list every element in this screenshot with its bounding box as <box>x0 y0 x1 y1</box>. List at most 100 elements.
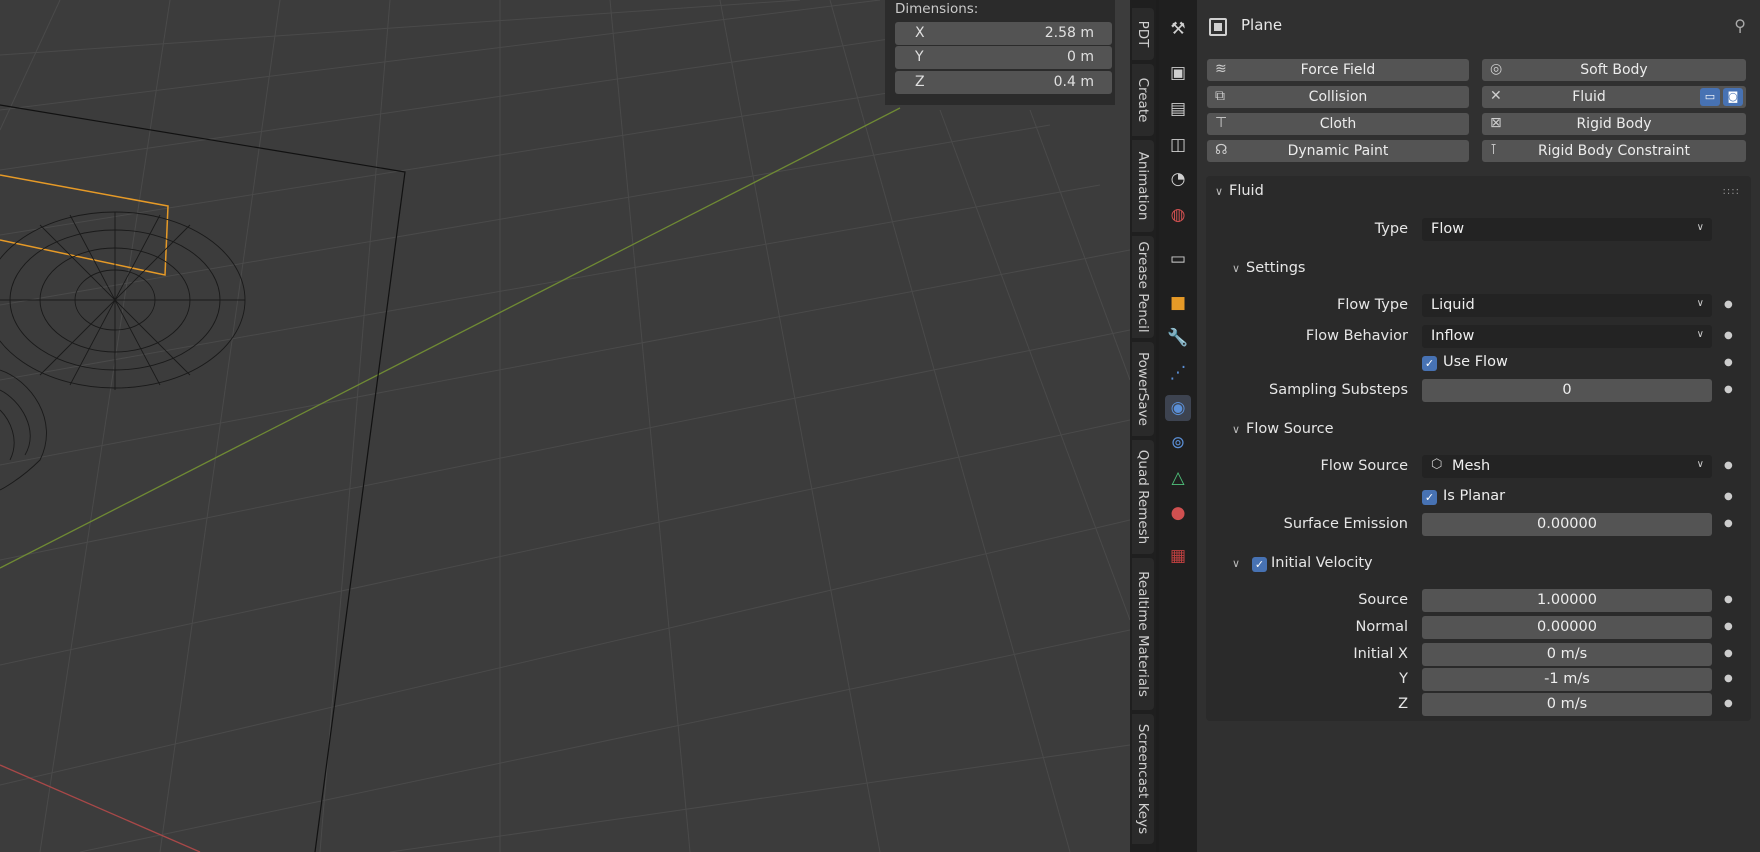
chevron-down-icon: ∨ <box>1232 557 1241 570</box>
velocity-source-value: 1.00000 <box>1537 592 1597 608</box>
plane-object-icon <box>1209 18 1227 36</box>
pin-icon[interactable]: ⚲ <box>1734 16 1746 35</box>
tab-grease-pencil-label: Grease Pencil <box>1135 241 1151 333</box>
soft-body-button[interactable]: ◎ Soft Body <box>1482 59 1746 81</box>
cloth-label: Cloth <box>1319 116 1357 132</box>
keyframe-dot[interactable]: ● <box>1724 299 1733 310</box>
collision-button[interactable]: ⧉ Collision <box>1207 86 1469 108</box>
keyframe-dot[interactable]: ● <box>1724 491 1733 502</box>
initial-velocity-section-header[interactable]: ∨ <box>1232 555 1246 571</box>
initial-z-label: Z <box>1398 696 1408 712</box>
texture-icon[interactable]: ▦ <box>1165 543 1191 569</box>
flow-source-section-label: Flow Source <box>1246 421 1334 437</box>
velocity-normal-field[interactable]: 0.00000 <box>1422 616 1712 639</box>
tab-realtime-materials[interactable]: Realtime Materials <box>1132 558 1154 710</box>
dynamic-paint-label: Dynamic Paint <box>1287 143 1389 159</box>
tab-grease-pencil[interactable]: Grease Pencil <box>1132 236 1154 338</box>
initial-x-field[interactable]: 0 m/s <box>1422 643 1712 666</box>
dimension-y-field[interactable]: Y 0 m <box>895 46 1112 69</box>
is-planar-checkbox[interactable]: ✓ <box>1422 490 1437 505</box>
initial-y-value: -1 m/s <box>1544 671 1590 687</box>
rigid-body-button[interactable]: ⊠ Rigid Body <box>1482 113 1746 135</box>
scene-icon[interactable]: ◔ <box>1165 166 1191 192</box>
data-icon[interactable]: △ <box>1165 465 1191 491</box>
keyframe-dot[interactable]: ● <box>1724 621 1733 632</box>
tab-realtime-materials-label: Realtime Materials <box>1135 571 1151 697</box>
initial-y-field[interactable]: -1 m/s <box>1422 668 1712 691</box>
3d-viewport[interactable]: Dimensions: X 2.58 m Y 0 m Z 0.4 m <box>0 0 1130 852</box>
use-flow-checkbox[interactable]: ✓ <box>1422 356 1437 371</box>
tab-quad-remesh[interactable]: Quad Remesh <box>1132 440 1154 554</box>
keyframe-dot[interactable]: ● <box>1724 698 1733 709</box>
surface-emission-field[interactable]: 0.00000 <box>1422 513 1712 536</box>
dimension-z-field[interactable]: Z 0.4 m <box>895 71 1112 94</box>
velocity-source-field[interactable]: 1.00000 <box>1422 589 1712 612</box>
keyframe-dot[interactable]: ● <box>1724 673 1733 684</box>
initial-velocity-checkbox[interactable]: ✓ <box>1252 557 1267 572</box>
tab-screencast-keys-label: Screencast Keys <box>1135 723 1151 835</box>
view-layer-icon[interactable]: ◫ <box>1165 132 1191 158</box>
flow-source-section-header[interactable]: ∨ Flow Source <box>1232 421 1334 437</box>
tab-pdt[interactable]: PDT <box>1132 8 1154 60</box>
keyframe-dot[interactable]: ● <box>1724 518 1733 529</box>
tab-powersave[interactable]: PowerSave <box>1132 342 1154 436</box>
tab-create[interactable]: Create <box>1132 64 1154 136</box>
keyframe-dot[interactable]: ● <box>1724 330 1733 341</box>
dimension-z-value: 0.4 m <box>1053 74 1094 90</box>
rigid-body-label: Rigid Body <box>1576 116 1652 132</box>
flow-source-dropdown[interactable]: Mesh ⬡ ∨ <box>1422 455 1712 478</box>
initial-z-field[interactable]: 0 m/s <box>1422 693 1712 716</box>
settings-section-header[interactable]: ∨ Settings <box>1232 260 1305 276</box>
dimension-y-value: 0 m <box>1067 49 1094 65</box>
rigid-body-constraint-label: Rigid Body Constraint <box>1537 143 1691 159</box>
rigid-body-constraint-button[interactable]: ⊺ Rigid Body Constraint <box>1482 140 1746 162</box>
type-label: Type <box>1374 221 1408 237</box>
chevron-down-icon: ∨ <box>1696 298 1704 309</box>
dimension-x-value: 2.58 m <box>1044 25 1094 41</box>
properties-header: Plane ⚲ <box>1197 0 1760 50</box>
tool-icon[interactable]: ⚒ <box>1165 16 1191 42</box>
type-value: Flow <box>1431 221 1465 237</box>
tab-powersave-label: PowerSave <box>1135 352 1151 426</box>
mesh-icon: ⬡ <box>1431 457 1443 472</box>
particles-icon[interactable]: ⋰ <box>1165 360 1191 386</box>
tab-screencast-keys[interactable]: Screencast Keys <box>1132 714 1154 844</box>
tab-animation[interactable]: Animation <box>1132 140 1154 232</box>
cloth-button[interactable]: ⊤ Cloth <box>1207 113 1469 135</box>
tab-animation-label: Animation <box>1135 151 1151 221</box>
fluid-section-label: Fluid <box>1229 183 1264 199</box>
initial-x-value: 0 m/s <box>1546 646 1588 662</box>
velocity-normal-label: Normal <box>1355 619 1408 635</box>
modifier-icon[interactable]: 🔧 <box>1165 325 1191 351</box>
fluid-section-header[interactable]: ∨ Fluid <box>1215 183 1264 199</box>
flow-behavior-label: Flow Behavior <box>1305 328 1408 344</box>
type-dropdown[interactable]: Flow ∨ <box>1422 218 1712 241</box>
world-icon[interactable]: ◍ <box>1165 202 1191 228</box>
dimension-x-field[interactable]: X 2.58 m <box>895 22 1112 45</box>
drag-handle-icon[interactable]: :::: <box>1723 186 1740 197</box>
initial-y-label: Y <box>1399 671 1408 687</box>
collection-icon[interactable]: ▭ <box>1165 246 1191 272</box>
keyframe-dot[interactable]: ● <box>1724 384 1733 395</box>
keyframe-dot[interactable]: ● <box>1724 648 1733 659</box>
flow-type-dropdown[interactable]: Liquid ∨ <box>1422 294 1712 317</box>
fluid-button[interactable]: ✕ Fluid ▭ ◙ <box>1482 86 1746 108</box>
force-field-button[interactable]: ≋ Force Field <box>1207 59 1469 81</box>
dimension-z-label: Z <box>915 74 925 90</box>
sampling-substeps-field[interactable]: 0 <box>1422 379 1712 402</box>
flow-behavior-dropdown[interactable]: Inflow ∨ <box>1422 325 1712 348</box>
object-icon[interactable]: ■ <box>1165 290 1191 316</box>
constraints-icon[interactable]: ⊚ <box>1165 430 1191 456</box>
material-icon[interactable]: ● <box>1165 500 1191 526</box>
viewport-visibility-icon[interactable]: ▭ <box>1700 88 1720 106</box>
dimension-x-label: X <box>915 25 925 41</box>
keyframe-dot[interactable]: ● <box>1724 357 1733 368</box>
dynamic-paint-button[interactable]: ☊ Dynamic Paint <box>1207 140 1469 162</box>
render-visibility-icon[interactable]: ◙ <box>1723 88 1743 106</box>
physics-icon[interactable]: ◉ <box>1165 395 1191 421</box>
output-icon[interactable]: ▤ <box>1165 96 1191 122</box>
keyframe-dot[interactable]: ● <box>1724 594 1733 605</box>
keyframe-dot[interactable]: ● <box>1724 460 1733 471</box>
collision-label: Collision <box>1308 89 1368 105</box>
render-icon[interactable]: ▣ <box>1165 60 1191 86</box>
